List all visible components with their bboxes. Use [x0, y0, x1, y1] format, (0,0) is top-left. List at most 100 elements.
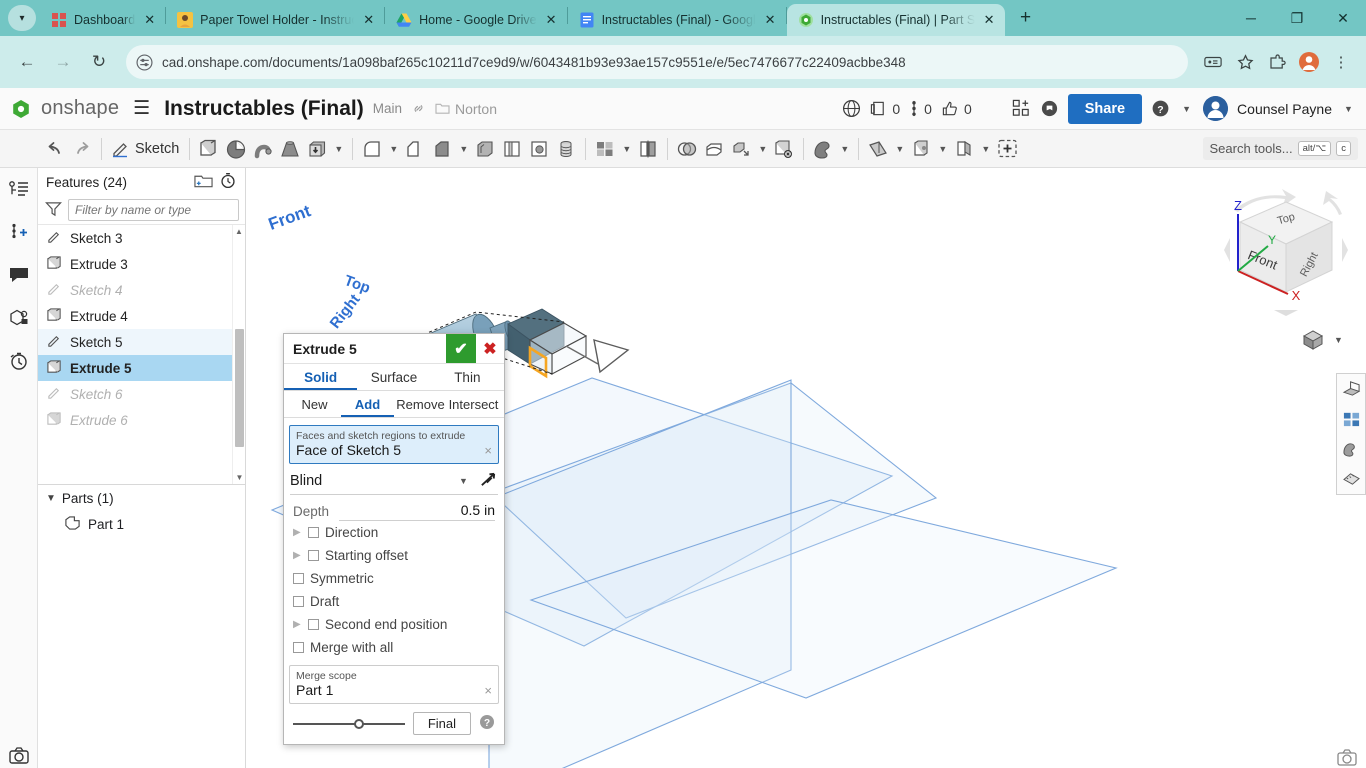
- likes-count[interactable]: 0: [941, 100, 972, 117]
- feature-list-item[interactable]: Extrude 5: [38, 355, 245, 381]
- appearance-chevron-down-icon[interactable]: ▼: [837, 144, 852, 154]
- depth-value[interactable]: 0.5 in: [339, 502, 495, 521]
- back-icon[interactable]: ←: [10, 45, 44, 79]
- new-tab-button[interactable]: +: [1013, 7, 1039, 29]
- option-symmetric[interactable]: Symmetric: [284, 567, 504, 590]
- merge-with-all-checkbox[interactable]: [293, 642, 304, 653]
- clear-icon[interactable]: ×: [484, 443, 492, 458]
- close-icon[interactable]: ✕: [544, 12, 559, 28]
- help-icon[interactable]: ?: [479, 714, 495, 733]
- chevron-down-icon[interactable]: ▼: [456, 476, 471, 486]
- clear-icon[interactable]: ×: [484, 683, 492, 698]
- tab-remove[interactable]: Remove: [394, 391, 447, 417]
- boolean-chevron-down-icon[interactable]: ▼: [331, 144, 346, 154]
- chamfer-icon[interactable]: [402, 134, 428, 164]
- revolve-icon[interactable]: [223, 134, 249, 164]
- slider-knob[interactable]: [354, 718, 365, 729]
- help-icon[interactable]: ?: [1151, 99, 1170, 118]
- appearance-icon[interactable]: [810, 134, 836, 164]
- appearance-edit-icon[interactable]: [1337, 434, 1365, 464]
- chrome-menu-icon[interactable]: ⋮: [1326, 47, 1356, 77]
- site-settings-icon[interactable]: [136, 53, 153, 71]
- tab-search-button[interactable]: ▾: [8, 5, 36, 31]
- thread-icon[interactable]: [553, 134, 579, 164]
- fillet-chevron-down-icon[interactable]: ▼: [386, 144, 401, 154]
- flip-direction-icon[interactable]: [475, 470, 498, 491]
- close-icon[interactable]: ✕: [361, 12, 376, 28]
- share-page-icon[interactable]: [1198, 47, 1228, 77]
- sketch-button[interactable]: [108, 134, 134, 164]
- mate-connector-icon[interactable]: [951, 134, 977, 164]
- feature-list-item[interactable]: Extrude 4: [38, 303, 245, 329]
- bookmark-star-icon[interactable]: [1230, 47, 1260, 77]
- folder-breadcrumb[interactable]: Norton: [435, 101, 497, 117]
- end-condition-select[interactable]: Blind ▼: [290, 470, 498, 495]
- features-filter-input[interactable]: [68, 199, 239, 221]
- draft-checkbox[interactable]: [293, 596, 304, 607]
- capture-screenshot-icon[interactable]: [6, 742, 32, 768]
- hole-icon[interactable]: [526, 134, 552, 164]
- transform-icon[interactable]: [728, 134, 754, 164]
- chevron-down-icon[interactable]: ▼: [46, 493, 56, 504]
- link-icon[interactable]: [411, 101, 426, 116]
- split-icon[interactable]: [701, 134, 727, 164]
- direction-checkbox[interactable]: [308, 527, 319, 538]
- view-cube[interactable]: Top Right Front Z X Y: [1216, 188, 1356, 323]
- filter-funnel-icon[interactable]: [45, 201, 62, 220]
- option-merge-with-all[interactable]: Merge with all: [284, 636, 504, 659]
- close-icon[interactable]: ✕: [982, 12, 997, 28]
- option-direction[interactable]: ▶ Direction: [284, 521, 504, 544]
- close-icon[interactable]: ✕: [763, 12, 778, 28]
- option-draft[interactable]: Draft: [284, 590, 504, 613]
- sweep-icon[interactable]: [250, 134, 276, 164]
- browser-tab-dashboard[interactable]: Dashboard ✕: [40, 4, 165, 36]
- parts-header[interactable]: ▼ Parts (1): [38, 485, 245, 511]
- rib-icon[interactable]: [499, 134, 525, 164]
- feature-list-icon[interactable]: [6, 176, 32, 202]
- option-second-end-position[interactable]: ▶ Second end position: [284, 613, 504, 636]
- browser-tab-paper-towel-holder[interactable]: Paper Towel Holder - Instruc ✕: [166, 4, 384, 36]
- final-button[interactable]: Final: [412, 712, 471, 735]
- tab-solid[interactable]: Solid: [284, 364, 357, 390]
- display-state-control[interactable]: ▼: [1300, 328, 1346, 352]
- boolean-icon[interactable]: [304, 134, 330, 164]
- configuration-icon[interactable]: [1337, 404, 1365, 434]
- share-button[interactable]: Share: [1067, 93, 1143, 124]
- scroll-down-icon[interactable]: ▼: [233, 471, 245, 484]
- user-name-label[interactable]: Counsel Payne: [1237, 101, 1332, 117]
- delete-part-icon[interactable]: [771, 134, 797, 164]
- redo-icon[interactable]: [69, 134, 95, 164]
- starting-offset-checkbox[interactable]: [308, 550, 319, 561]
- extensions-icon[interactable]: [1262, 47, 1292, 77]
- depth-field[interactable]: Depth 0.5 in: [293, 502, 495, 521]
- add-app-icon[interactable]: [1012, 99, 1031, 118]
- axis-chevron-down-icon[interactable]: ▼: [935, 144, 950, 154]
- reload-icon[interactable]: ↻: [82, 45, 116, 79]
- shell-icon[interactable]: [472, 134, 498, 164]
- mirror-icon[interactable]: [635, 134, 661, 164]
- rollback-slider[interactable]: [293, 717, 405, 731]
- feature-list-item[interactable]: Sketch 6: [38, 381, 245, 407]
- draft-chevron-down-icon[interactable]: ▼: [456, 144, 471, 154]
- help-chevron-down-icon[interactable]: ▼: [1179, 104, 1194, 114]
- cancel-button[interactable]: ✖: [476, 334, 504, 363]
- permissions-cube-icon[interactable]: [6, 305, 32, 331]
- measure-icon[interactable]: [1337, 464, 1365, 494]
- shaded-cube-icon[interactable]: [1300, 328, 1326, 352]
- forward-icon[interactable]: →: [46, 45, 80, 79]
- features-list[interactable]: Extrude 1Sketch 2Extrude 2Sketch 3Extrud…: [38, 224, 245, 484]
- add-version-icon[interactable]: [6, 219, 32, 245]
- minimize-icon[interactable]: ─: [1228, 2, 1274, 34]
- merge-scope-field[interactable]: Merge scope Part 1 ×: [289, 665, 499, 704]
- confirm-button[interactable]: ✔: [446, 334, 476, 363]
- transform-chevron-down-icon[interactable]: ▼: [755, 144, 770, 154]
- sketch-label[interactable]: Sketch: [135, 141, 183, 157]
- faces-selection-field[interactable]: Faces and sketch regions to extrude Face…: [289, 425, 499, 464]
- profile-avatar-icon[interactable]: [1294, 47, 1324, 77]
- axis-icon[interactable]: [908, 134, 934, 164]
- extrude-dialog[interactable]: Extrude 5 ✔ ✖ Solid Surface Thin New Add…: [283, 333, 505, 745]
- search-tools-input[interactable]: Search tools... alt/⌥ c: [1202, 137, 1358, 160]
- browser-tab-instructables-doc[interactable]: Instructables (Final) - Google ✕: [568, 4, 786, 36]
- option-starting-offset[interactable]: ▶ Starting offset: [284, 544, 504, 567]
- tab-new[interactable]: New: [288, 391, 341, 417]
